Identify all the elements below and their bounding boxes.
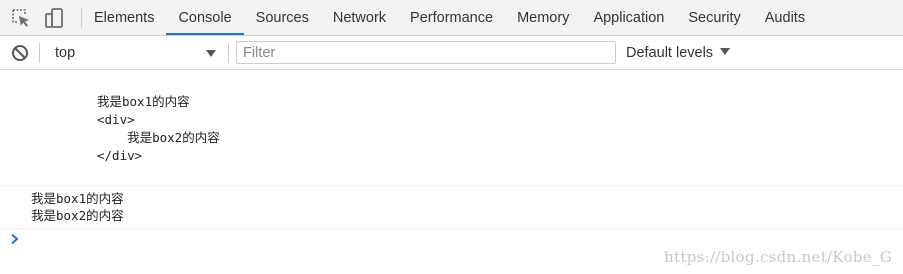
tab-security[interactable]: Security [676,0,752,35]
console-message: 我是box1的内容 我是box2的内容 [0,186,903,229]
console-message: 我是box1的内容 <div> 我是box2的内容 </div> [0,70,903,186]
tab-application[interactable]: Application [581,0,676,35]
tab-network[interactable]: Network [321,0,398,35]
log-levels-dropdown[interactable]: Default levels [626,42,731,64]
chevron-down-icon [206,50,216,57]
toolbar-divider [39,43,40,63]
clear-console-icon[interactable] [11,44,29,62]
console-line: <div> [97,112,135,127]
log-levels-label: Default levels [626,45,714,61]
device-toolbar-icon[interactable] [44,8,66,28]
toolbar-divider [228,43,229,63]
tab-performance[interactable]: Performance [398,0,505,35]
devtools-tabbar: Elements Console Sources Network Perform… [0,0,903,36]
tab-console[interactable]: Console [166,0,244,35]
console-line: </div> [97,148,143,163]
tab-memory[interactable]: Memory [505,0,581,35]
chevron-right-icon [9,232,21,246]
tab-sources[interactable]: Sources [244,0,321,35]
filter-input[interactable] [236,41,616,64]
console-line: 我是box1的内容 [31,191,124,206]
tab-elements[interactable]: Elements [82,0,166,35]
console-output: 我是box1的内容 <div> 我是box2的内容 </div> 我是box1的… [0,70,903,274]
panel-tabs: Elements Console Sources Network Perform… [82,0,817,35]
context-selector[interactable]: top [46,42,222,64]
chevron-down-icon [720,48,731,55]
console-line: 我是box1的内容 [97,94,190,109]
tab-audits[interactable]: Audits [753,0,817,35]
inspect-element-icon[interactable] [10,8,32,28]
context-value: top [55,45,76,61]
console-toolbar: top Default levels [0,36,903,70]
watermark-text: https://blog.csdn.net/Kobe_G [664,248,892,266]
console-line: 我是box2的内容 [97,130,220,145]
console-line: 我是box2的内容 [31,208,124,223]
